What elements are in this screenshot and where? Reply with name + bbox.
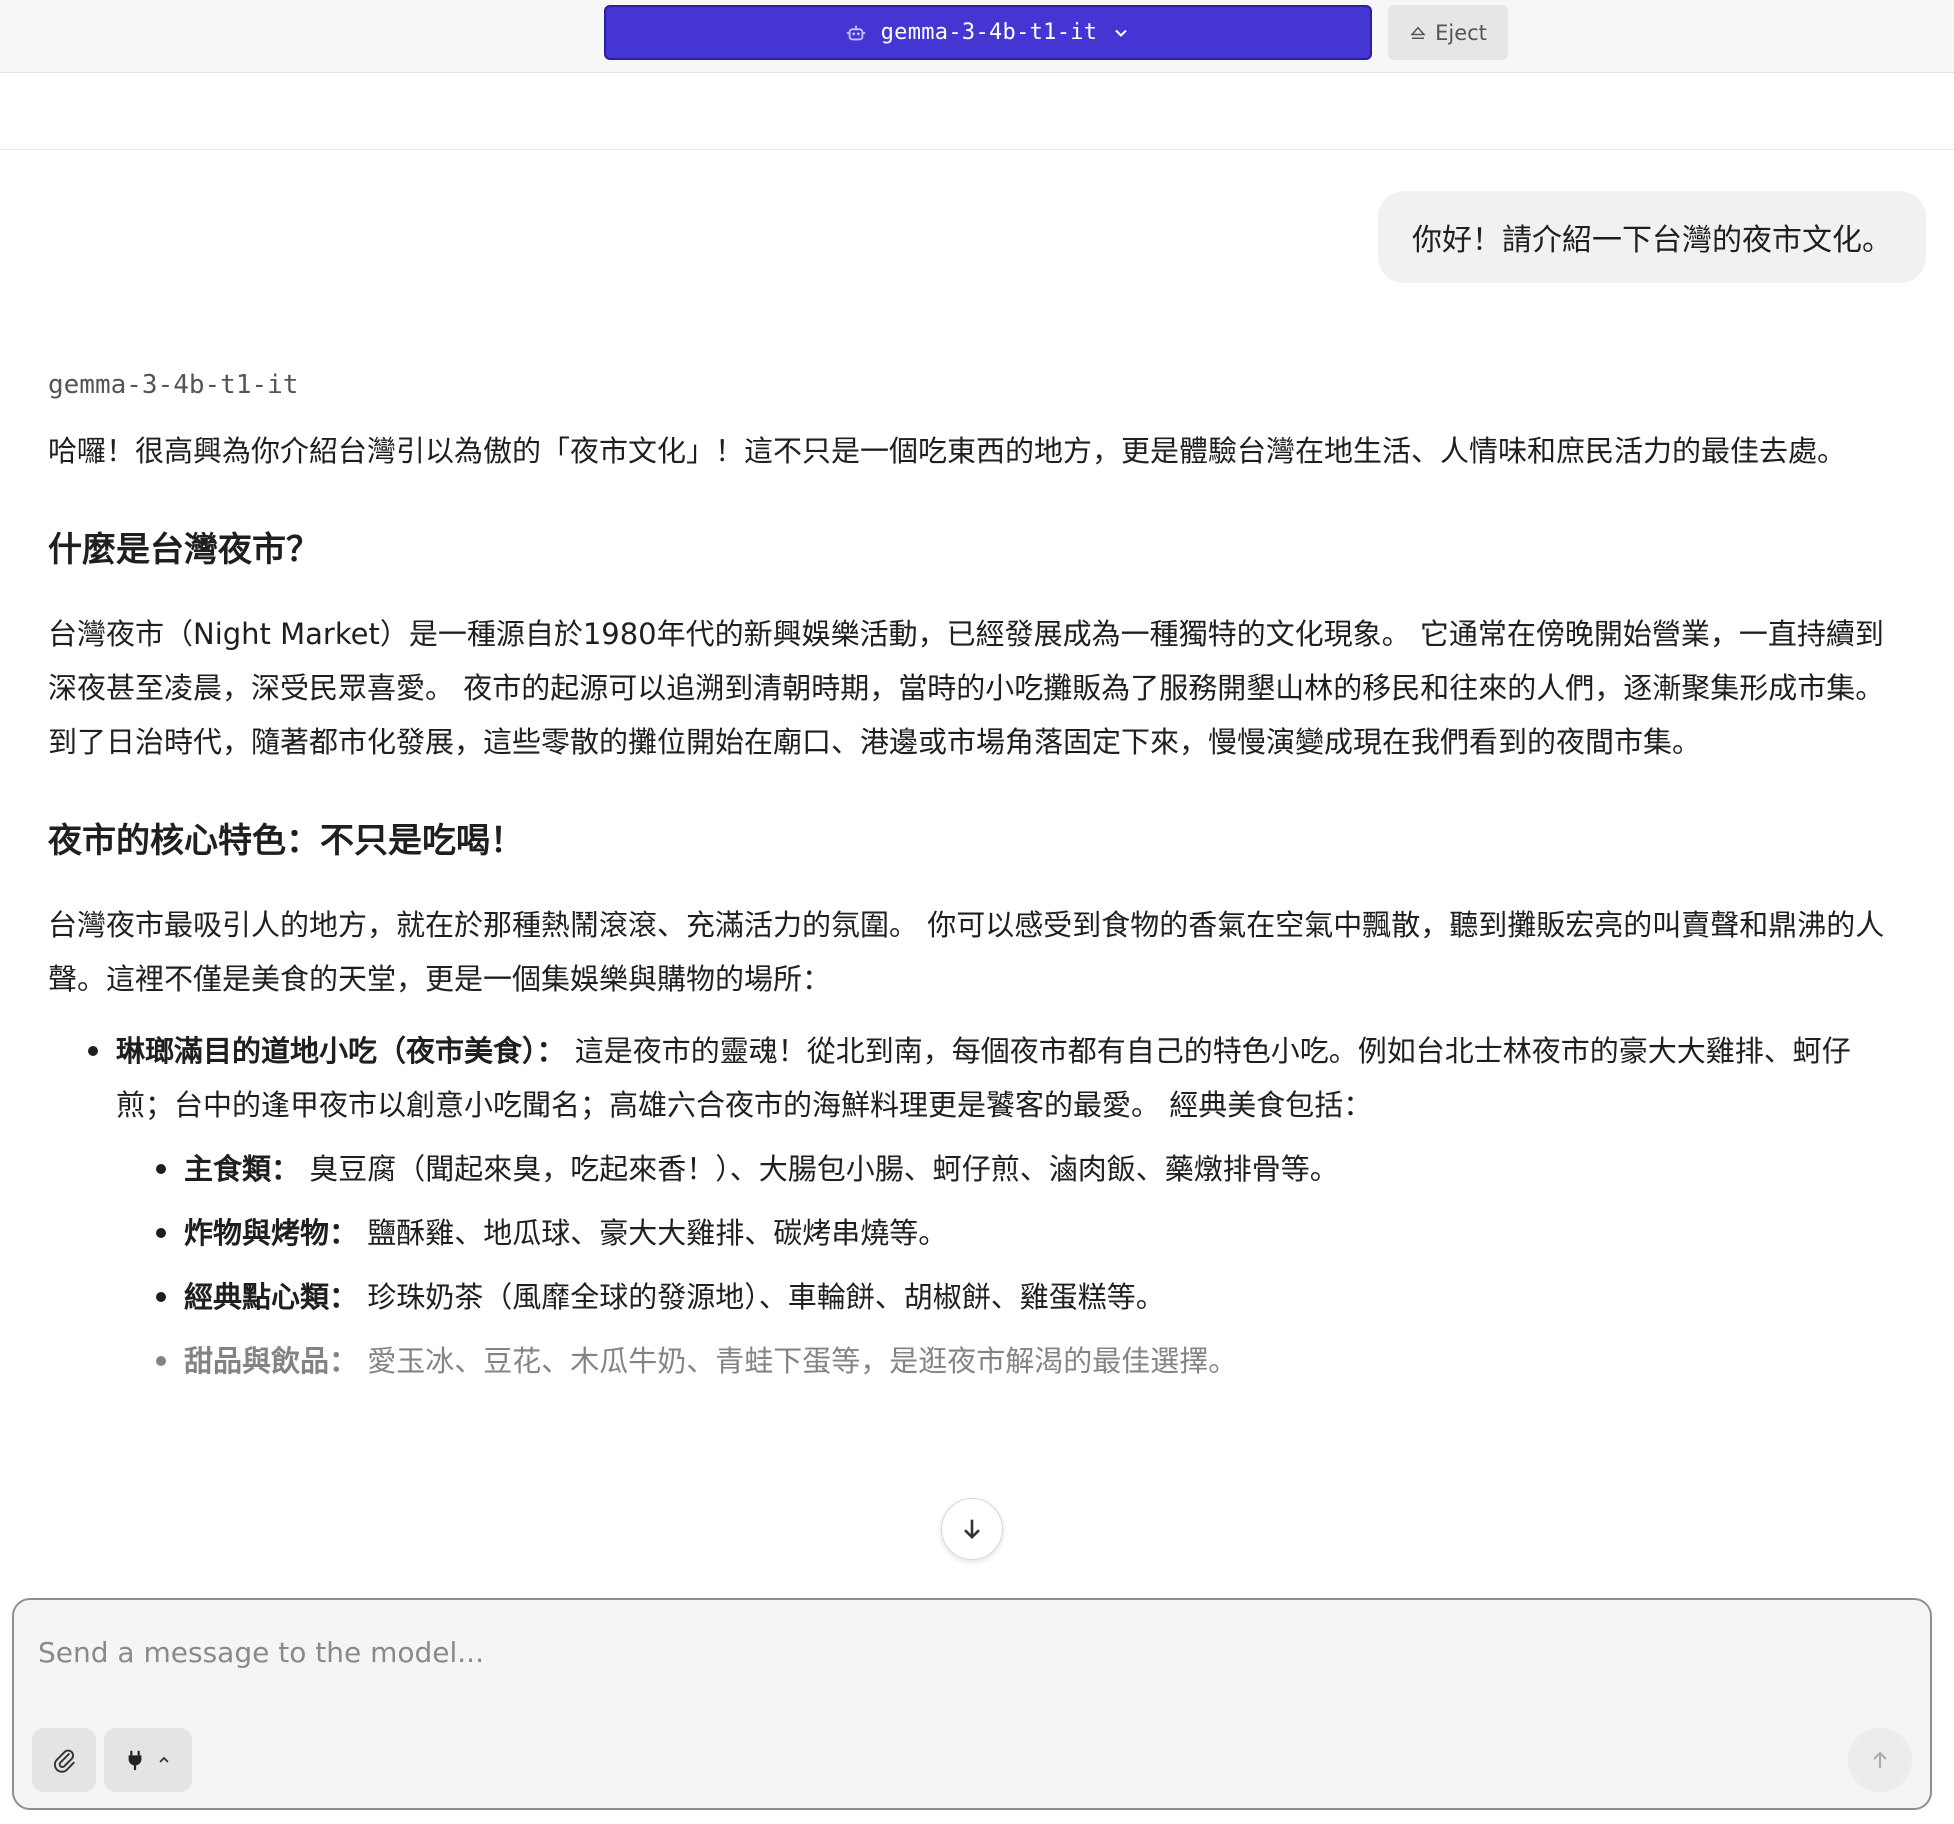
- integrations-button[interactable]: [104, 1728, 192, 1792]
- sub-item-title: 經典點心類：: [184, 1280, 359, 1314]
- assistant-message: gemma-3-4b-t1-it 哈囉！很高興為你介紹台灣引以為傲的「夜市文化」…: [48, 370, 1888, 1398]
- model-selector-button[interactable]: gemma-3-4b-t1-it: [604, 5, 1372, 60]
- model-name: gemma-3-4b-t1-it: [880, 20, 1098, 45]
- assistant-model-name: gemma-3-4b-t1-it: [48, 370, 299, 400]
- intro-paragraph: 哈囉！很高興為你介紹台灣引以為傲的「夜市文化」！這不只是一個吃東西的地方，更是體…: [48, 434, 1847, 468]
- sub-list-item: 主食類： 臭豆腐（聞起來臭，吃起來香！）、大腸包小腸、蚵仔煎、滷肉飯、藥燉排骨等…: [116, 1142, 1888, 1196]
- chevron-up-icon: [159, 1756, 169, 1763]
- chat-area[interactable]: 你好！請介紹一下台灣的夜市文化。 gemma-3-4b-t1-it 哈囉！很高興…: [0, 150, 1954, 1590]
- sub-item-title: 主食類：: [184, 1152, 301, 1186]
- sub-item-body: 臭豆腐（聞起來臭，吃起來香！）、大腸包小腸、蚵仔煎、滷肉飯、藥燉排骨等。: [300, 1152, 1339, 1186]
- list-item: 琳瑯滿目的道地小吃（夜市美食）： 這是夜市的靈魂！從北到南，每個夜市都有自己的特…: [48, 1024, 1888, 1388]
- section-paragraph-1: 台灣夜市（Night Market）是一種源自於1980年代的新興娛樂活動，已經…: [48, 617, 1885, 759]
- sub-list-item: 甜品與飲品： 愛玉冰、豆花、木瓜牛奶、青蛙下蛋等，是逛夜市解渴的最佳選擇。: [116, 1334, 1888, 1388]
- eject-label: Eject: [1435, 20, 1487, 45]
- top-bar: gemma-3-4b-t1-it Eject: [0, 0, 1954, 73]
- sub-item-body: 鹽酥雞、地瓜球、豪大大雞排、碳烤串燒等。: [358, 1216, 948, 1250]
- user-message: 你好！請介紹一下台灣的夜市文化。: [1378, 191, 1926, 283]
- section-paragraph-2: 台灣夜市最吸引人的地方，就在於那種熱鬧滾滾、充滿活力的氛圍。 你可以感受到食物的…: [48, 908, 1885, 996]
- chevron-down-icon: [1115, 29, 1128, 37]
- section-heading-1: 什麼是台灣夜市？: [48, 530, 320, 570]
- sub-item-body: 珍珠奶茶（風靡全球的發源地）、車輪餅、胡椒餅、雞蛋糕等。: [358, 1280, 1165, 1314]
- message-input[interactable]: [38, 1622, 1898, 1682]
- eject-icon: [1410, 26, 1426, 39]
- send-button[interactable]: [1848, 1728, 1912, 1792]
- arrow-up-icon: [1873, 1751, 1887, 1768]
- attach-button[interactable]: [32, 1728, 96, 1792]
- scroll-to-bottom-button[interactable]: [941, 1498, 1003, 1560]
- plug-icon: [128, 1750, 142, 1771]
- feature-list: 琳瑯滿目的道地小吃（夜市美食）： 這是夜市的靈魂！從北到南，每個夜市都有自己的特…: [48, 1024, 1888, 1388]
- sub-item-title: 炸物與烤物：: [184, 1216, 359, 1250]
- eject-button[interactable]: Eject: [1388, 5, 1508, 60]
- message-composer: [12, 1598, 1932, 1810]
- sub-list-item: 炸物與烤物： 鹽酥雞、地瓜球、豪大大雞排、碳烤串燒等。: [116, 1206, 1888, 1260]
- paperclip-icon: [53, 1749, 75, 1773]
- sub-list-item: 經典點心類： 珍珠奶茶（風靡全球的發源地）、車輪餅、胡椒餅、雞蛋糕等。: [116, 1270, 1888, 1324]
- section-heading-2: 夜市的核心特色：不只是吃喝！: [48, 821, 524, 861]
- chat-header-bar: [0, 74, 1954, 150]
- list-item-title: 琳瑯滿目的道地小吃（夜市美食）：: [116, 1034, 566, 1068]
- arrow-down-icon: [964, 1519, 980, 1539]
- sub-item-body: 愛玉冰、豆花、木瓜牛奶、青蛙下蛋等，是逛夜市解渴的最佳選擇。: [358, 1344, 1238, 1378]
- sub-item-title: 甜品與飲品：: [184, 1344, 359, 1378]
- robot-icon: [846, 25, 865, 40]
- food-sublist: 主食類： 臭豆腐（聞起來臭，吃起來香！）、大腸包小腸、蚵仔煎、滷肉飯、藥燉排骨等…: [116, 1142, 1888, 1388]
